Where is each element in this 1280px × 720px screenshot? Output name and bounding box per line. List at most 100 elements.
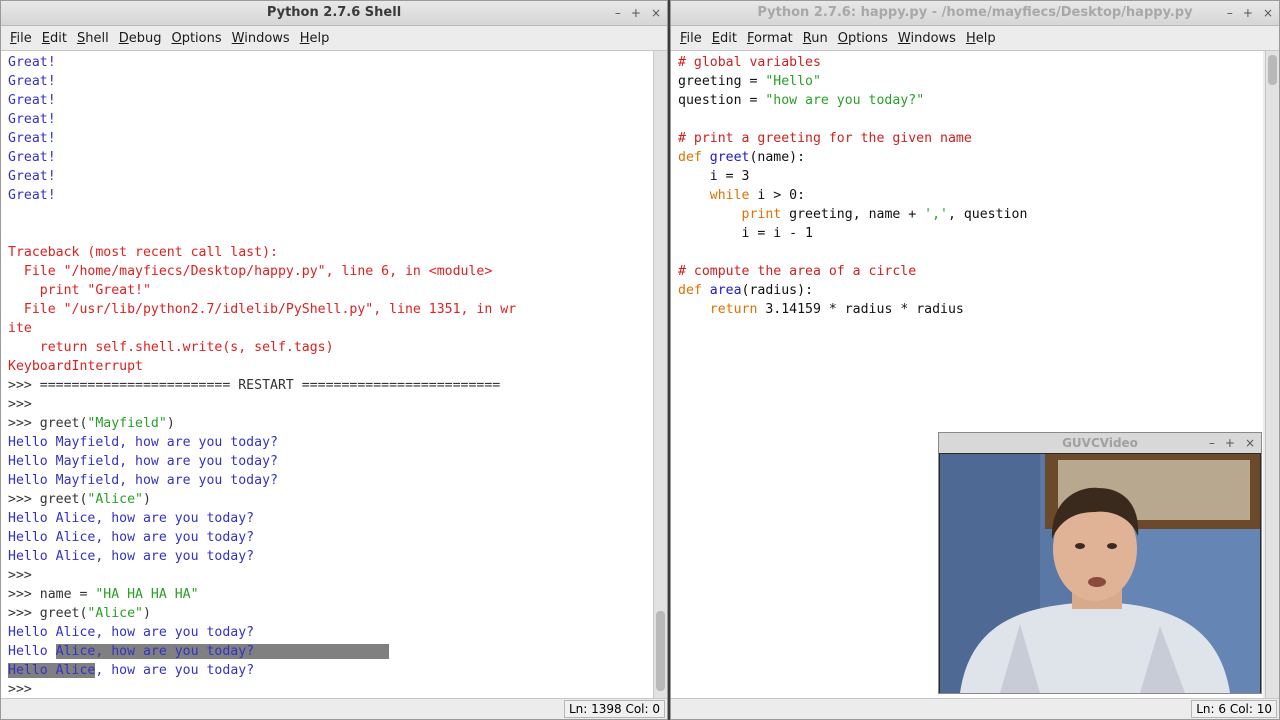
code-line: Hello Alice, how are you today?: [8, 528, 646, 547]
code-token: Great!: [8, 150, 56, 165]
code-line: Great!: [8, 110, 646, 129]
code-token: Hello Mayfield, how are you today?: [8, 454, 278, 469]
menu-windows[interactable]: Windows: [893, 31, 961, 46]
code-line: File "/home/mayfiecs/Desktop/happy.py", …: [8, 262, 646, 281]
editor-menubar: File Edit Format Run Options Windows Hel…: [671, 26, 1279, 51]
code-token: 3.14159 * radius * radius: [757, 302, 964, 317]
code-token: File "/home/mayfiecs/Desktop/happy.py", …: [8, 264, 493, 279]
shell-scroll-thumb[interactable]: [656, 611, 665, 691]
code-line: i = 3: [678, 167, 1256, 186]
code-token: # compute the area of a circle: [678, 264, 917, 279]
code-token: ): [142, 606, 151, 621]
code-token: ite: [8, 321, 32, 336]
close-icon[interactable]: ×: [1245, 433, 1255, 453]
code-token: >>> ======================== RESTART ===…: [8, 378, 501, 393]
code-line: while i > 0:: [678, 186, 1256, 205]
code-line: KeyboardInterrupt: [8, 357, 646, 376]
shell-output-area[interactable]: Great! Great! Great! Great! Great! Great! Grea…: [1, 51, 653, 699]
menu-edit[interactable]: Edit: [37, 31, 72, 46]
code-token: greeting, name +: [781, 207, 925, 222]
code-line: i = i - 1: [678, 224, 1256, 243]
code-line: Great!: [8, 91, 646, 110]
code-token: print: [741, 207, 782, 222]
code-line: File "/usr/lib/python2.7/idlelib/PyShell…: [8, 300, 646, 319]
code-token: Great!: [8, 188, 56, 203]
editor-titlebar[interactable]: Python 2.7.6: happy.py - /home/mayfiecs/…: [671, 1, 1279, 26]
code-line: return self.shell.write(s, self.tags): [8, 338, 646, 357]
menu-help[interactable]: Help: [295, 31, 335, 46]
menu-edit[interactable]: Edit: [707, 31, 742, 46]
code-line: greeting = "Hello": [678, 72, 1256, 91]
webcam-window-controls: – + ×: [1209, 433, 1255, 453]
minimize-icon[interactable]: –: [615, 1, 621, 25]
shell-window-controls: – + ×: [615, 1, 661, 25]
menu-run[interactable]: Run: [798, 31, 833, 46]
webcam-titlebar[interactable]: GUVCVideo – + ×: [939, 433, 1261, 453]
shell-scrollbar[interactable]: [653, 51, 667, 699]
menu-file[interactable]: File: [675, 31, 707, 46]
webcam-window[interactable]: GUVCVideo – + ×: [938, 432, 1262, 694]
webcam-title: GUVCVideo: [1062, 436, 1138, 450]
code-token: i = 3: [678, 169, 750, 184]
maximize-icon[interactable]: +: [631, 1, 641, 25]
code-token: Great!: [8, 93, 56, 108]
editor-statusbar: Ln: 6 Col: 10: [671, 698, 1279, 719]
code-line: question = "how are you today?": [678, 91, 1256, 110]
code-line: >>> ======================== RESTART ===…: [8, 376, 646, 395]
code-line: Hello Mayfield, how are you today?: [8, 471, 646, 490]
code-token: Hello Alice, how are you today?: [8, 530, 255, 545]
maximize-icon[interactable]: +: [1225, 433, 1235, 453]
editor-scrollbar[interactable]: [1265, 51, 1279, 699]
code-token: >>> greet(: [8, 492, 88, 507]
minimize-icon[interactable]: –: [1209, 433, 1215, 453]
code-line: >>> greet("Alice"): [8, 604, 646, 623]
code-line: >>>: [8, 680, 646, 699]
close-icon[interactable]: ×: [651, 1, 661, 25]
shell-titlebar[interactable]: Python 2.7.6 Shell – + ×: [1, 1, 667, 26]
code-line: Great!: [8, 129, 646, 148]
code-line: def area(radius):: [678, 281, 1256, 300]
code-line: Hello Mayfield, how are you today?: [8, 433, 646, 452]
code-token: Hello Alice: [8, 663, 96, 678]
menu-shell[interactable]: Shell: [72, 31, 114, 46]
menu-debug[interactable]: Debug: [114, 31, 167, 46]
code-line: Great!: [8, 148, 646, 167]
shell-title: Python 2.7.6 Shell: [266, 5, 402, 20]
code-line: Hello Alice, how are you today?: [8, 509, 646, 528]
menu-options[interactable]: Options: [833, 31, 893, 46]
maximize-icon[interactable]: +: [1243, 1, 1253, 25]
code-token: >>> greet(: [8, 416, 88, 431]
code-line: >>> greet("Mayfield"): [8, 414, 646, 433]
code-line: Hello Alice, how are you today?: [8, 623, 646, 642]
minimize-icon[interactable]: –: [1227, 1, 1233, 25]
code-token: "how are you today?": [765, 93, 925, 108]
code-line: Great!: [8, 167, 646, 186]
code-line: Traceback (most recent call last):: [8, 243, 646, 262]
code-line: Great!: [8, 186, 646, 205]
code-token: "Mayfield": [87, 416, 167, 431]
menu-help[interactable]: Help: [961, 31, 1001, 46]
menu-options[interactable]: Options: [166, 31, 226, 46]
code-token: Great!: [8, 74, 56, 89]
code-token: return self.shell.write(s, self.tags): [8, 340, 334, 355]
menu-windows[interactable]: Windows: [227, 31, 295, 46]
code-token: return: [709, 302, 758, 317]
code-token: greet: [709, 150, 750, 165]
menu-format[interactable]: Format: [742, 31, 798, 46]
code-token: Hello Mayfield, how are you today?: [8, 473, 278, 488]
code-token: KeyboardInterrupt: [8, 359, 143, 374]
code-line: print "Great!": [8, 281, 646, 300]
code-token: >>>: [8, 682, 40, 697]
code-token: >>> name =: [8, 587, 96, 602]
menu-file[interactable]: File: [5, 31, 37, 46]
editor-scroll-thumb[interactable]: [1268, 55, 1277, 85]
close-icon[interactable]: ×: [1263, 1, 1273, 25]
shell-statusbar: Ln: 1398 Col: 0: [1, 698, 667, 719]
code-token: question =: [678, 93, 766, 108]
